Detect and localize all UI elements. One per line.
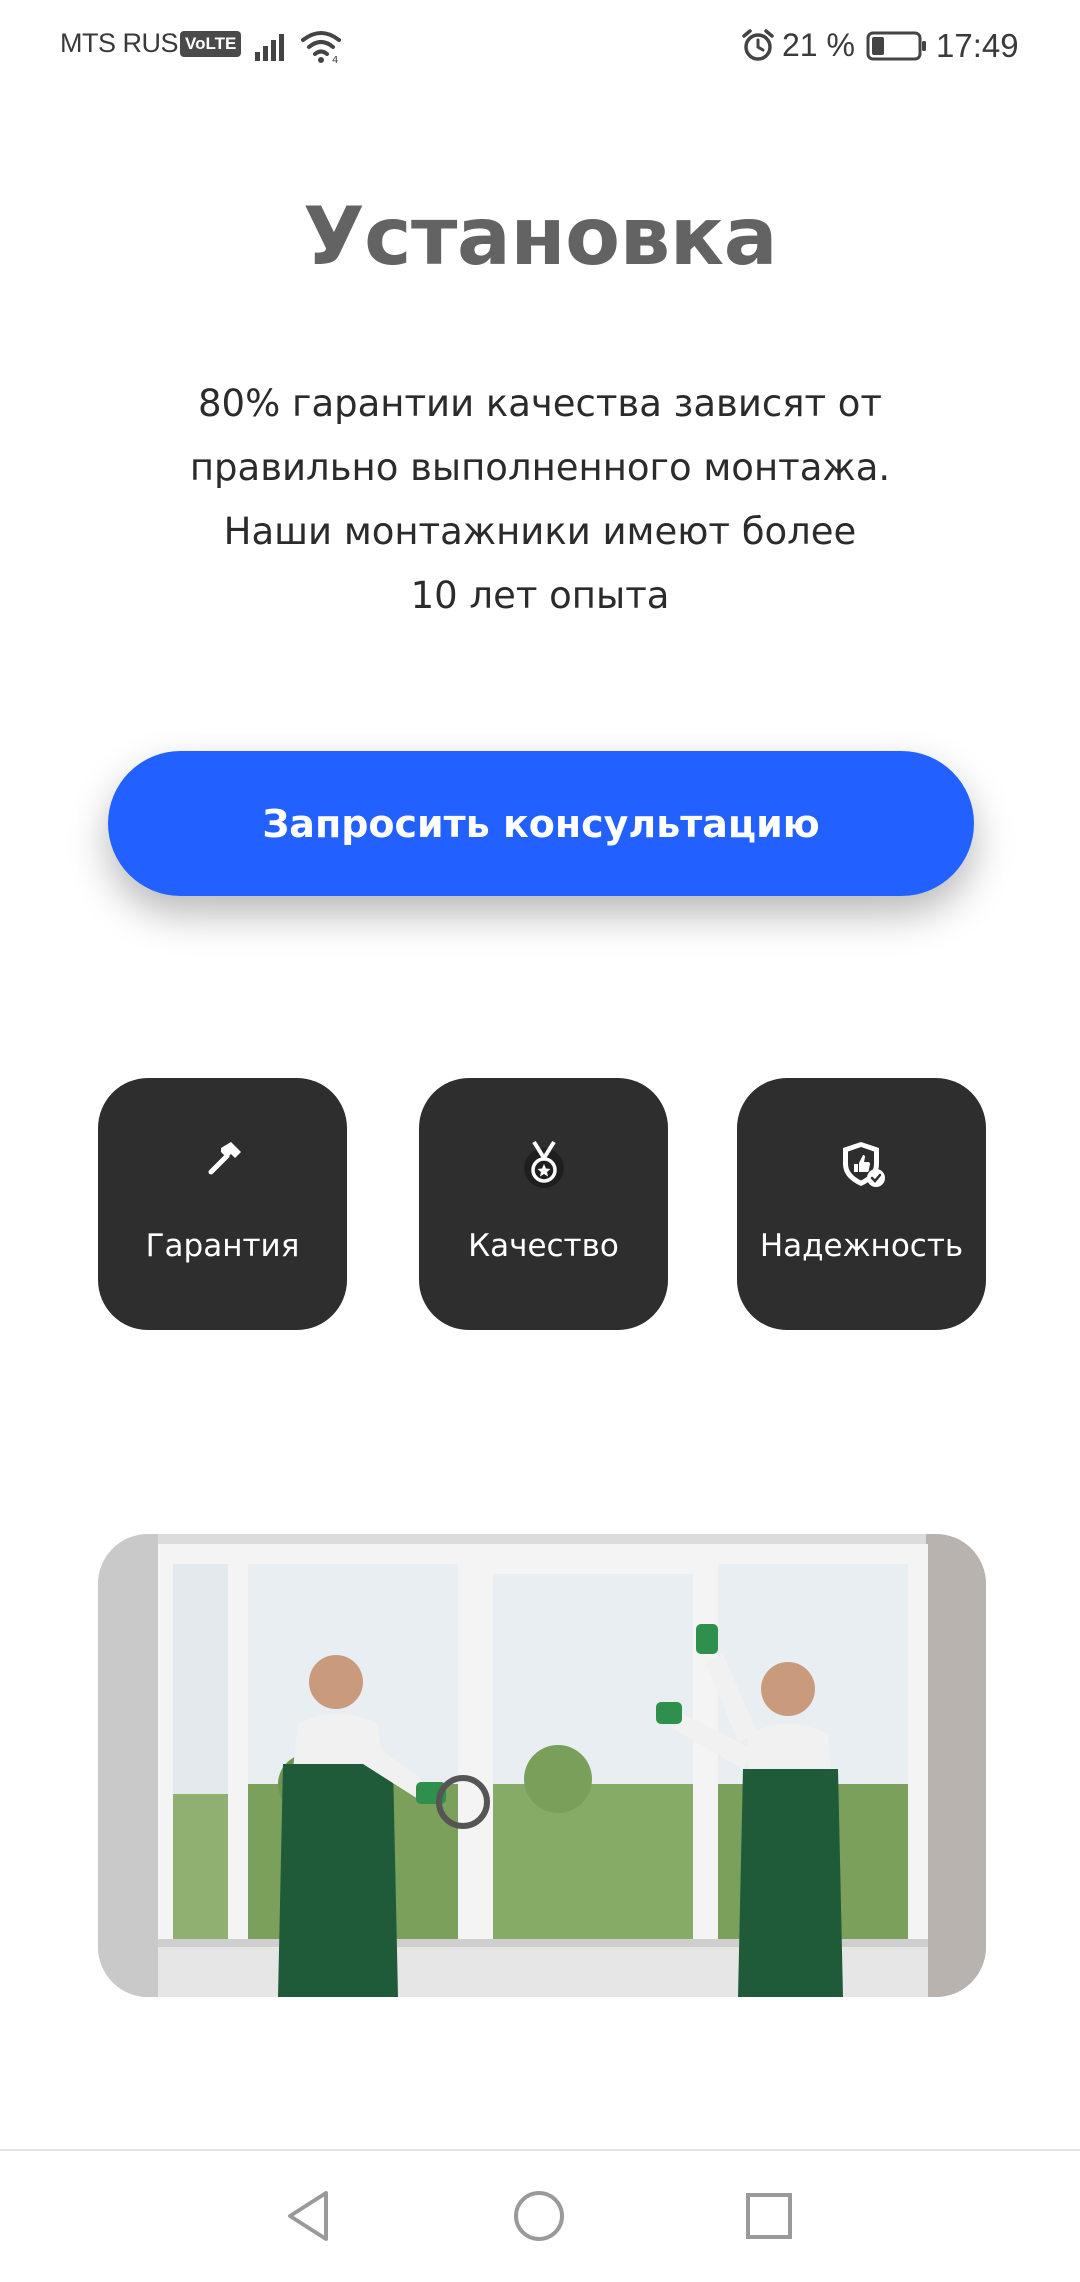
intro-line: 80% гарантии качества зависят от (198, 382, 882, 425)
home-icon[interactable] (512, 2189, 566, 2247)
status-time: 17:49 (936, 27, 1019, 64)
feature-card-guarantee[interactable]: Гарантия (98, 1078, 347, 1330)
page-title: Установка (302, 190, 778, 283)
carrier-name: MTS RUS (60, 28, 179, 58)
feature-card-quality[interactable]: Качество (419, 1078, 668, 1330)
intro-line: 10 лет опыта (410, 574, 670, 617)
intro-line: Наши монтажники имеют более (223, 510, 857, 553)
status-bar: MTS RUS VoLTE 4 21 % 17:49 (0, 0, 1080, 92)
system-nav-bar (0, 2149, 1080, 2282)
intro-line: правильно выполненного монтажа. (189, 446, 891, 489)
request-consultation-button[interactable]: Запросить консультацию (108, 751, 974, 896)
back-icon[interactable] (284, 2189, 334, 2247)
intro-text: 80% гарантии качества зависят от правиль… (120, 372, 960, 628)
feature-label: Надежность (759, 1228, 964, 1264)
alarm-icon (740, 28, 776, 69)
svg-text:4: 4 (332, 55, 338, 64)
hammer-icon (98, 1138, 347, 1188)
battery-percent: 21 % (782, 27, 855, 63)
battery-icon (866, 31, 928, 66)
wifi-icon: 4 (300, 28, 344, 69)
feature-label: Гарантия (145, 1228, 300, 1264)
medal-icon (419, 1138, 668, 1188)
volte-badge: VoLTE (180, 31, 242, 57)
shield-icon (737, 1138, 986, 1188)
signal-icon (254, 30, 292, 67)
feature-label: Качество (468, 1228, 619, 1264)
installers-photo (98, 1534, 986, 1997)
recent-apps-icon[interactable] (744, 2189, 794, 2247)
feature-card-reliability[interactable]: Надежность (737, 1078, 986, 1330)
